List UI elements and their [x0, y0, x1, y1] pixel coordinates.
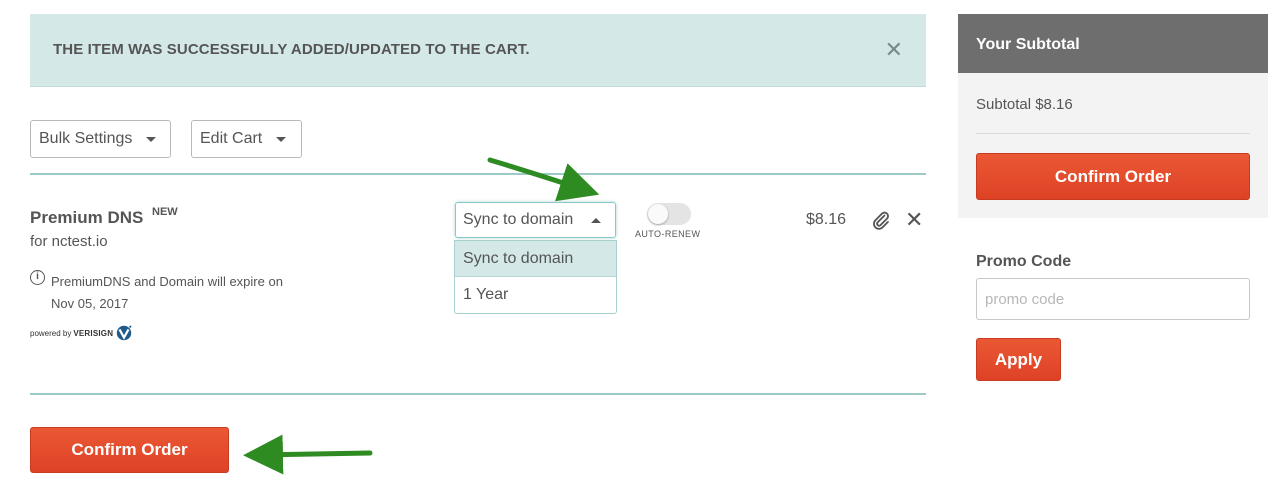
success-alert: THE ITEM WAS SUCCESSFULLY ADDED/UPDATED …: [30, 14, 926, 87]
item-price: $8.16: [806, 211, 847, 228]
promo-code-input[interactable]: [976, 278, 1250, 320]
expiry-date: Nov 05, 2017: [51, 296, 129, 311]
duration-option-1-year[interactable]: 1 Year: [455, 277, 616, 313]
subtotal-amount: Subtotal $8.16: [976, 96, 1073, 113]
auto-renew-toggle[interactable]: [647, 203, 691, 225]
subtotal-title: Your Subtotal: [958, 14, 1268, 73]
divider-bottom: [30, 393, 926, 395]
info-icon: i: [30, 270, 45, 285]
toggle-knob: [648, 204, 668, 224]
edit-cart-button[interactable]: Edit Cart: [191, 120, 302, 158]
duration-option-sync[interactable]: Sync to domain: [455, 241, 616, 277]
verisign-logo-icon: [117, 325, 132, 341]
duration-dropdown: Sync to domain 1 Year: [454, 240, 617, 314]
duration-select-value: Sync to domain: [463, 211, 574, 228]
product-name: Premium DNS: [30, 208, 144, 227]
paperclip-icon[interactable]: [871, 210, 891, 230]
caret-down-icon: [276, 136, 287, 142]
close-icon[interactable]: ✕: [885, 37, 903, 63]
expiry-info: PremiumDNS and Domain will expire on Nov…: [51, 271, 331, 315]
divider-top: [30, 173, 926, 175]
alert-message: THE ITEM WAS SUCCESSFULLY ADDED/UPDATED …: [53, 41, 530, 58]
verisign-brand: VERISIGN: [73, 328, 114, 338]
bulk-settings-button[interactable]: Bulk Settings: [30, 120, 171, 158]
remove-item-icon[interactable]: ✕: [905, 207, 923, 233]
sidebar-confirm-order-button[interactable]: Confirm Order: [976, 153, 1250, 200]
new-badge: NEW: [152, 206, 178, 218]
powered-by-verisign: powered by VERISIGN: [30, 324, 133, 342]
duration-select[interactable]: Sync to domain: [455, 202, 616, 238]
arrow-to-confirm: [243, 434, 373, 475]
powered-by-prefix: powered by: [30, 328, 72, 338]
apply-promo-button[interactable]: Apply: [976, 338, 1061, 381]
caret-down-icon: [146, 136, 157, 142]
arrow-to-dropdown: [487, 157, 600, 202]
expiry-info-line1: PremiumDNS and Domain will expire on: [51, 274, 283, 289]
promo-code-label: Promo Code: [976, 253, 1072, 270]
product-domain: for nctest.io: [30, 233, 108, 250]
confirm-order-button[interactable]: Confirm Order: [30, 427, 229, 473]
panel-divider: [976, 133, 1250, 134]
caret-up-icon: [591, 218, 601, 223]
auto-renew-label: AUTO-RENEW: [635, 229, 701, 239]
edit-cart-label: Edit Cart: [200, 130, 263, 147]
bulk-settings-label: Bulk Settings: [39, 130, 133, 147]
